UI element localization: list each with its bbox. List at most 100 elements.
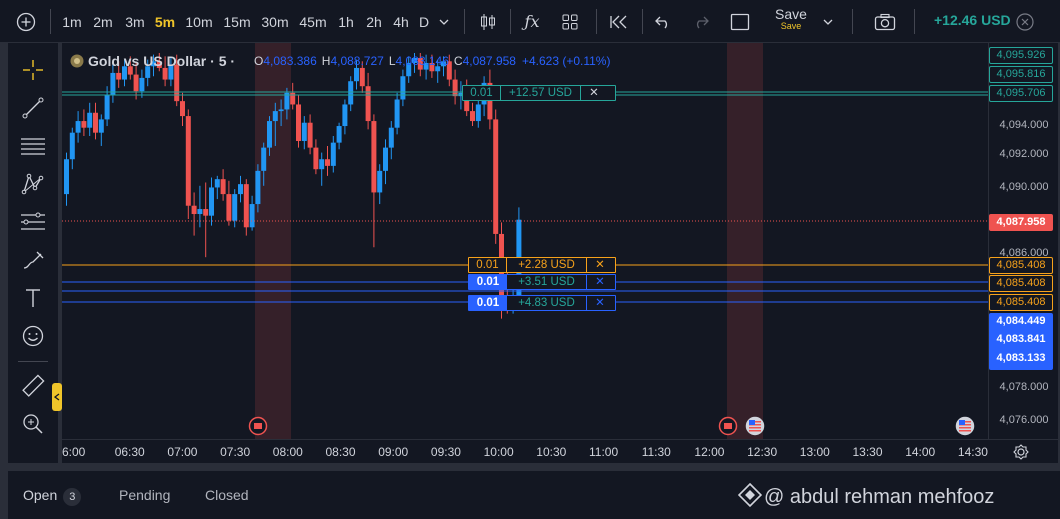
candle-body — [307, 122, 313, 148]
order-box-green[interactable]: 0.01 +12.57 USD ✕ — [462, 85, 616, 101]
time-tick: 10:00 — [483, 445, 514, 459]
close-order-icon[interactable]: ✕ — [587, 296, 613, 310]
timeframe-3m[interactable]: 3m — [122, 12, 148, 32]
candle-body — [220, 179, 226, 195]
order-box-blue[interactable]: 0.01 +4.83 USD ✕ — [468, 295, 616, 311]
time-tick: 09:30 — [430, 445, 461, 459]
replay-icon[interactable] — [604, 0, 632, 43]
save-options-chevron-icon[interactable] — [818, 0, 838, 43]
order-box-blue[interactable]: 0.01 +3.51 USD ✕ — [468, 274, 616, 290]
candle-body — [214, 179, 220, 188]
save-button[interactable]: Save Save — [760, 6, 822, 38]
us-flag-event-icon[interactable] — [745, 416, 765, 436]
settings-gear-icon[interactable] — [1013, 444, 1029, 460]
close-order-icon[interactable]: ✕ — [587, 275, 613, 289]
time-tick: 06:30 — [114, 445, 145, 459]
crosshair-icon[interactable] — [20, 57, 46, 83]
candle-body — [313, 147, 319, 170]
zoom-in-icon[interactable] — [20, 411, 46, 437]
camera-icon[interactable] — [870, 0, 900, 43]
candlestick-chart[interactable] — [62, 43, 988, 439]
chevron-down-icon[interactable] — [434, 0, 454, 43]
event-marker-icon[interactable] — [248, 416, 268, 436]
add-symbol-button[interactable] — [8, 0, 44, 43]
close-order-icon[interactable]: ✕ — [581, 86, 607, 100]
timeframe-30m[interactable]: 30m — [260, 12, 290, 32]
timeframe-2m[interactable]: 2m — [90, 12, 116, 32]
time-tick: 11:30 — [641, 445, 671, 459]
timeframe-15m[interactable]: 15m — [222, 12, 252, 32]
candle-body — [261, 147, 267, 171]
trend-line-icon[interactable] — [20, 95, 46, 121]
collapse-toolbar-handle[interactable] — [52, 383, 62, 411]
close-value: 4,087.958 — [462, 54, 516, 68]
tab-closed[interactable]: Closed — [205, 487, 249, 503]
candle-body — [330, 142, 336, 166]
open-value: 4,083.386 — [263, 54, 317, 68]
text-tool-icon[interactable] — [20, 285, 46, 311]
price-axis[interactable]: 4,094.000 4,092.000 4,090.000 4,086.000 … — [988, 43, 1058, 439]
candle-body — [180, 101, 185, 117]
pattern-tool-icon[interactable] — [20, 171, 46, 197]
forecast-tool-icon[interactable] — [20, 209, 46, 235]
change-value: +4.623 (+0.11%) — [521, 54, 611, 68]
close-order-icon[interactable]: ✕ — [587, 258, 613, 272]
time-tick: 08:30 — [325, 445, 356, 459]
order-pnl: +3.51 USD — [507, 275, 587, 289]
ruler-icon[interactable] — [20, 373, 46, 399]
price-marker: 4,084.449 — [996, 315, 1046, 327]
high-value: 4,088.727 — [330, 54, 384, 68]
layout-grid-icon[interactable] — [556, 0, 584, 43]
candle-body — [87, 112, 93, 128]
positions-panel: Open 3 Pending Closed @ abdul rehman mehf… — [8, 471, 1060, 519]
candle-body — [203, 209, 209, 216]
candle-body — [116, 72, 122, 80]
tab-pending[interactable]: Pending — [119, 487, 170, 503]
candle-body — [394, 99, 400, 128]
fullscreen-box-icon[interactable] — [726, 0, 754, 43]
candle-body — [388, 127, 394, 148]
timeframe-1m[interactable]: 1m — [60, 12, 84, 32]
candle-body — [191, 205, 197, 215]
candle-body — [133, 74, 139, 92]
redo-icon[interactable] — [688, 0, 714, 43]
order-qty: 0.01 — [463, 86, 501, 100]
timeframe-4h[interactable]: 4h — [390, 12, 412, 32]
timeframe-D[interactable]: D — [417, 12, 431, 32]
candle-body — [475, 104, 481, 122]
candle-body — [209, 187, 214, 216]
timeframe-45m[interactable]: 45m — [298, 12, 328, 32]
tab-open[interactable]: Open 3 — [23, 487, 82, 506]
candle-body — [249, 204, 255, 228]
candle-body — [336, 126, 342, 143]
timeframe-2h[interactable]: 2h — [363, 12, 385, 32]
low-key: L — [388, 54, 396, 68]
candle-body — [185, 116, 191, 206]
event-marker-icon[interactable] — [718, 416, 738, 436]
close-position-icon[interactable] — [1014, 0, 1036, 43]
time-axis[interactable]: 6:00 06:30 07:00 07:30 08:00 08:30 09:00 09:30 1… — [62, 439, 1058, 463]
horizontal-lines-icon[interactable] — [20, 133, 46, 159]
us-flag-event-icon[interactable] — [955, 416, 975, 436]
timeframe-5m[interactable]: 5m — [154, 12, 176, 32]
price-tick: 4,094.000 — [999, 119, 1049, 131]
timeframe-1h[interactable]: 1h — [337, 12, 355, 32]
emoji-icon[interactable] — [20, 323, 46, 349]
indicators-fx-icon[interactable]: ƒx — [518, 0, 546, 43]
price-marker: 4,095.706 — [989, 85, 1053, 102]
candles-chart-type-icon[interactable] — [475, 0, 501, 43]
open-key: O — [254, 54, 264, 68]
tab-open-label: Open — [23, 487, 58, 503]
undo-icon[interactable] — [650, 0, 676, 43]
time-tick: 13:30 — [852, 445, 883, 459]
total-pnl: +12.46 USD — [934, 12, 1011, 28]
price-marker: 4,085.408 — [989, 294, 1053, 311]
timeframe-10m[interactable]: 10m — [184, 12, 214, 32]
chart-pane[interactable] — [62, 43, 988, 439]
price-marker: 4,083.133 — [996, 352, 1046, 364]
price-marker: 4,095.816 — [989, 66, 1053, 83]
brush-icon[interactable] — [20, 247, 46, 273]
order-pnl: +2.28 USD — [507, 258, 587, 272]
order-box-orange[interactable]: 0.01 +2.28 USD ✕ — [468, 257, 616, 273]
current-price-marker: 4,087.958 — [989, 214, 1053, 231]
